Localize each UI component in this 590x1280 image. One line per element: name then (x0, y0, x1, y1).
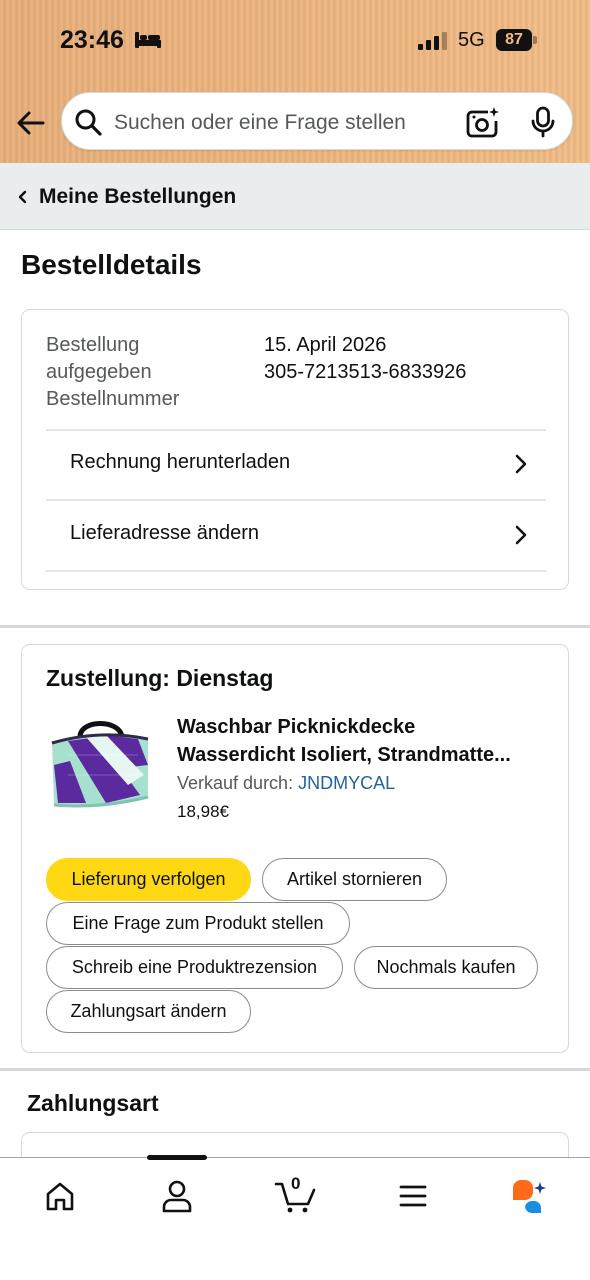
battery-tip (533, 36, 537, 44)
page-title: Bestelldetails (21, 249, 202, 280)
payment-section-title: Zahlungsart (27, 1090, 159, 1116)
microphone-icon[interactable] (528, 106, 558, 138)
rufus-ai-icon[interactable] (509, 1178, 549, 1214)
account-icon[interactable] (157, 1178, 197, 1214)
seller-prefix: Verkauf durch: (177, 773, 294, 793)
order-placed-label: Bestellung aufgegeben (46, 334, 152, 383)
buy-again-button[interactable]: Nochmals kaufen (354, 946, 538, 989)
chevron-left-icon (18, 190, 27, 204)
search-icon (75, 109, 102, 136)
product-title-line-1: Waschbar Picknickdecke (177, 716, 416, 738)
seller-info: Verkauf durch: JNDMYCAL (177, 773, 395, 794)
product-image[interactable] (48, 715, 152, 815)
chevron-right-icon (515, 454, 527, 474)
cart-count: 0 (291, 1174, 301, 1193)
change-payment-button[interactable]: Zahlungsart ändern (46, 990, 251, 1033)
order-number-label: Bestellnummer (46, 388, 180, 410)
download-invoice-link[interactable]: Rechnung herunterladen (46, 429, 546, 499)
seller-link[interactable]: JNDMYCAL (298, 773, 395, 793)
track-package-button[interactable]: Lieferung verfolgen (46, 858, 251, 901)
product-price: 18,98€ (177, 802, 229, 821)
status-time: 23:46 (60, 26, 124, 54)
cancel-item-button[interactable]: Artikel stornieren (262, 858, 447, 901)
section-divider (0, 625, 590, 628)
battery-level: 87 (496, 29, 532, 51)
camera-search-icon[interactable] (466, 106, 500, 138)
active-tab-indicator (147, 1155, 207, 1160)
search-placeholder: Suchen oder eine Frage stellen (114, 111, 406, 134)
breadcrumb[interactable]: Meine Bestellungen (0, 163, 590, 230)
ask-product-question-button[interactable]: Eine Frage zum Produkt stellen (46, 902, 350, 945)
order-number-value: 305-7213513-6833926 (264, 361, 467, 383)
divider (46, 570, 546, 572)
sleep-focus-icon (135, 32, 161, 48)
bottom-navigation: 0 (0, 1155, 590, 1280)
network-type: 5G (458, 29, 485, 51)
delivery-card: Zustellung: Dienstag Waschbar Picknickde… (21, 644, 569, 1053)
order-placed-value: 15. April 2026 (264, 334, 387, 356)
change-address-label: Lieferadresse ändern (70, 522, 260, 544)
back-arrow-icon[interactable] (14, 106, 48, 140)
home-icon[interactable] (40, 1178, 80, 1214)
chevron-right-icon (515, 525, 527, 545)
order-info-values: 15. April 2026 305-7213513-6833926 (264, 332, 466, 386)
order-info-labels: Bestellung aufgegeben Bestellnummer (46, 332, 246, 413)
app-header: 23:46 5G 87 Suchen oder eine Frage stell… (0, 0, 590, 163)
cart-button[interactable]: 0 (274, 1174, 318, 1214)
battery-icon: 87 (496, 29, 538, 51)
change-address-link[interactable]: Lieferadresse ändern (46, 500, 546, 570)
download-invoice-label: Rechnung herunterladen (70, 451, 291, 473)
write-review-button[interactable]: Schreib eine Produktrezension (46, 946, 343, 989)
search-input[interactable]: Suchen oder eine Frage stellen (61, 92, 573, 150)
cellular-signal-icon (418, 32, 447, 50)
delivery-heading: Zustellung: Dienstag (46, 665, 274, 691)
section-divider (0, 1068, 590, 1071)
breadcrumb-label[interactable]: Meine Bestellungen (39, 185, 236, 209)
menu-icon[interactable] (393, 1178, 433, 1214)
product-title[interactable]: Waschbar Picknickdecke Wasserdicht Isoli… (177, 713, 547, 769)
order-summary-card: Bestellung aufgegeben Bestellnummer 15. … (21, 309, 569, 590)
status-bar: 23:46 5G 87 (0, 0, 590, 80)
product-title-line-2: Wasserdicht Isoliert, Strandmatte... (177, 744, 511, 766)
